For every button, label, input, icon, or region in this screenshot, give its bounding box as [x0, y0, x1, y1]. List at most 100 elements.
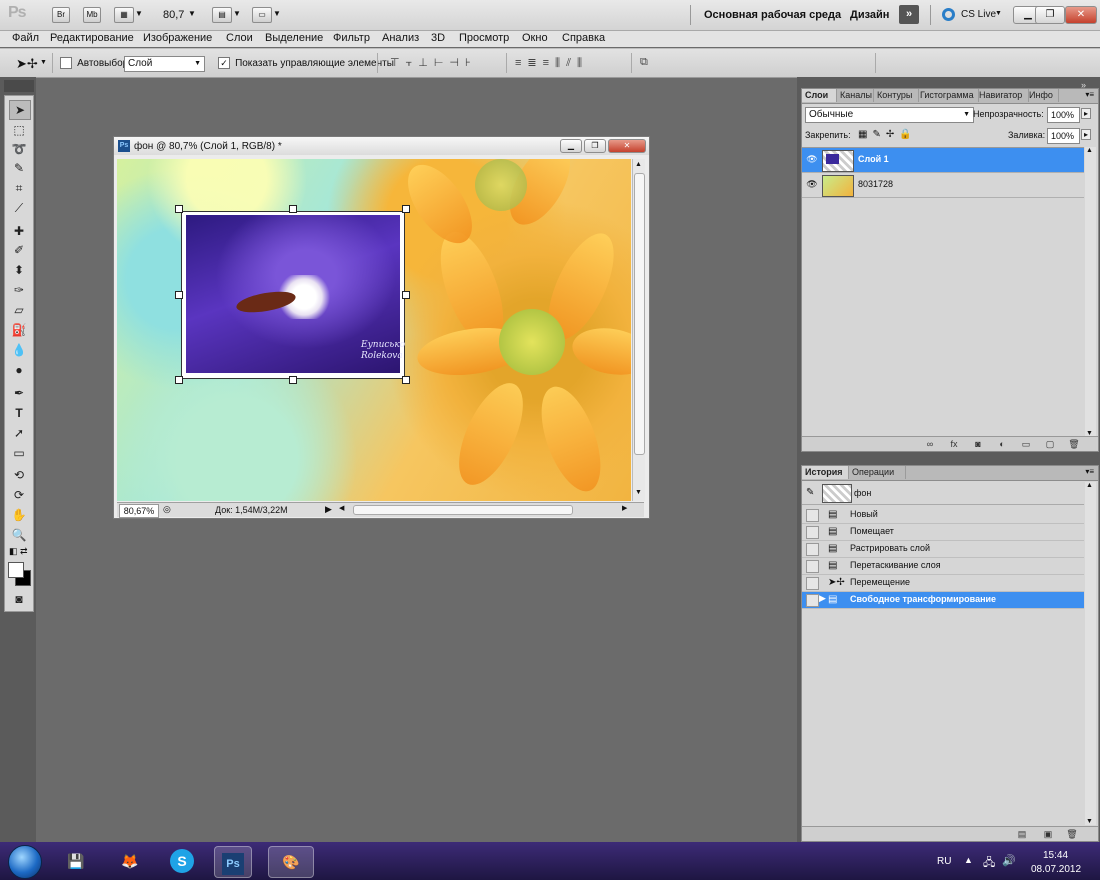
- crop-tool-icon[interactable]: ⌗: [9, 179, 29, 197]
- horizontal-scroll-thumb[interactable]: [353, 505, 573, 515]
- menu-help[interactable]: Справка: [562, 32, 605, 44]
- transform-handle-bottom-right[interactable]: [402, 376, 410, 384]
- transform-handle-top[interactable]: [289, 205, 297, 213]
- layer-mask-icon[interactable]: ◙: [972, 439, 984, 449]
- hand-tool-icon[interactable]: ✋: [9, 506, 29, 524]
- history-brush-checkbox[interactable]: [806, 526, 819, 539]
- chevron-down-icon[interactable]: ▼: [233, 9, 241, 18]
- opacity-slider-arrow-icon[interactable]: ▸: [1081, 108, 1092, 119]
- menu-view[interactable]: Просмотр: [459, 32, 509, 44]
- menu-layers[interactable]: Слои: [226, 32, 253, 44]
- history-brush-checkbox[interactable]: [806, 543, 819, 556]
- doc-minimize-button[interactable]: ▁: [560, 139, 582, 153]
- chevron-down-icon[interactable]: ▼: [995, 10, 1002, 17]
- history-item[interactable]: ➤✢ Перемещение: [802, 575, 1084, 592]
- link-layers-icon[interactable]: ∞: [924, 439, 936, 449]
- menu-analysis[interactable]: Анализ: [382, 32, 419, 44]
- doc-close-button[interactable]: ✕: [608, 139, 646, 153]
- trash-icon[interactable]: 🗑: [1068, 439, 1080, 449]
- canvas[interactable]: Eуписько Rolekova: [117, 159, 631, 501]
- 3d-rotate-icon[interactable]: ⟲: [9, 466, 29, 484]
- history-item[interactable]: ▤ Помещает: [802, 524, 1084, 541]
- default-colors-icon[interactable]: ◧ ⇄: [9, 546, 28, 557]
- screen-mode-button[interactable]: ▭: [252, 7, 272, 23]
- minibridge-button[interactable]: Mb: [83, 7, 101, 23]
- language-indicator[interactable]: RU: [937, 856, 951, 867]
- lasso-tool-icon[interactable]: ➰: [9, 140, 29, 158]
- brush-tool-icon[interactable]: ✐: [9, 241, 29, 259]
- status-preview-icon[interactable]: ◎: [163, 504, 171, 515]
- document-title-bar[interactable]: Ps фон @ 80,7% (Слой 1, RGB/8) * ▁ ❐ ✕: [114, 137, 649, 155]
- eye-icon[interactable]: 👁: [806, 154, 818, 164]
- clock-date[interactable]: 08.07.2012: [1031, 864, 1081, 875]
- marquee-tool-icon[interactable]: ⬚: [9, 121, 29, 139]
- autoselect-checkbox[interactable]: [60, 57, 72, 70]
- firefox-icon[interactable]: 🦊: [112, 846, 148, 876]
- type-tool-icon[interactable]: T: [9, 404, 29, 422]
- history-brush-checkbox[interactable]: [806, 560, 819, 573]
- scroll-up-arrow-icon[interactable]: ▲: [1086, 147, 1093, 154]
- chevron-down-icon[interactable]: ▼: [188, 9, 196, 18]
- pen-tool-icon[interactable]: ✒: [9, 384, 29, 402]
- chevron-down-icon[interactable]: ▼: [135, 9, 143, 18]
- scroll-thumb[interactable]: [634, 173, 645, 455]
- scroll-left-arrow-icon[interactable]: ◀: [339, 504, 344, 512]
- path-select-icon[interactable]: ➚: [9, 424, 29, 442]
- history-brush-icon[interactable]: ✑: [9, 281, 29, 299]
- volume-icon[interactable]: 🔊: [1002, 854, 1016, 867]
- panel-menu-icon[interactable]: ▾≡: [1085, 90, 1094, 99]
- floppy-app-icon[interactable]: 💾: [58, 846, 94, 876]
- start-button[interactable]: [8, 845, 42, 879]
- photoshop-taskbar-button[interactable]: Ps: [214, 846, 252, 878]
- move-tool-preset-icon[interactable]: ➤✢: [16, 56, 38, 72]
- history-item[interactable]: ▤ Новый: [802, 507, 1084, 524]
- quick-select-tool-icon[interactable]: ✎: [9, 159, 29, 177]
- opacity-field[interactable]: 100%: [1047, 107, 1080, 123]
- foreground-color-swatch[interactable]: [8, 562, 24, 578]
- cslive-button[interactable]: CS Live: [961, 9, 996, 20]
- history-scrollbar[interactable]: ▲ ▼: [1085, 482, 1096, 825]
- bridge-button[interactable]: Br: [52, 7, 70, 23]
- skype-icon[interactable]: S: [164, 846, 200, 876]
- tab-channels[interactable]: Каналы: [837, 89, 874, 102]
- vertical-scrollbar[interactable]: ▲ ▼: [632, 159, 645, 501]
- show-hidden-icons-icon[interactable]: ▲: [964, 855, 973, 865]
- new-group-icon[interactable]: ▭: [1020, 439, 1032, 449]
- transform-handle-bottom-left[interactable]: [175, 376, 183, 384]
- history-brush-checkbox[interactable]: [806, 509, 819, 522]
- scroll-up-arrow-icon[interactable]: ▲: [1086, 482, 1093, 489]
- eraser-tool-icon[interactable]: ▱: [9, 301, 29, 319]
- tab-histogram[interactable]: Гистограмма: [917, 89, 979, 102]
- layers-scrollbar[interactable]: ▲ ▼: [1085, 147, 1096, 437]
- healing-brush-icon[interactable]: ✚: [9, 222, 29, 240]
- tab-navigator[interactable]: Навигатор: [976, 89, 1029, 102]
- history-brush-checkbox[interactable]: [806, 594, 819, 607]
- scroll-right-arrow-icon[interactable]: ▶: [622, 504, 627, 512]
- view-extras-button[interactable]: ▦: [114, 7, 134, 23]
- zoom-field[interactable]: 80,67%: [119, 504, 159, 518]
- new-document-from-state-icon[interactable]: ▤: [1016, 829, 1028, 839]
- distribute-icons[interactable]: ≡≣≡⫼⫽⫼: [515, 56, 588, 70]
- menu-filter[interactable]: Фильтр: [333, 32, 370, 44]
- transform-handle-right[interactable]: [402, 291, 410, 299]
- history-item-selected[interactable]: ▶ ▤ Свободное трансформирование: [802, 592, 1084, 609]
- cslive-icon[interactable]: [942, 8, 955, 21]
- new-snapshot-icon[interactable]: ▣: [1042, 829, 1054, 839]
- fill-slider-arrow-icon[interactable]: ▸: [1081, 129, 1092, 140]
- network-icon[interactable]: 🖧: [983, 854, 995, 873]
- chevron-down-icon[interactable]: ▼: [273, 9, 281, 18]
- menu-edit[interactable]: Редактирование: [50, 32, 134, 44]
- panel-menu-icon[interactable]: ▾≡: [1085, 467, 1094, 476]
- lock-icons[interactable]: ▦✎✢🔒: [858, 129, 917, 140]
- auto-align-icon[interactable]: ⧉: [640, 56, 648, 69]
- menu-select[interactable]: Выделение: [265, 32, 323, 44]
- transform-handle-top-right[interactable]: [402, 205, 410, 213]
- new-layer-icon[interactable]: ▢: [1044, 439, 1056, 449]
- tab-paths[interactable]: Контуры: [874, 89, 919, 102]
- tab-layers[interactable]: Слои: [802, 89, 837, 102]
- move-tool-icon[interactable]: ➤: [9, 100, 31, 120]
- layer-row-8031728[interactable]: 👁 8031728: [802, 173, 1084, 198]
- transform-handle-bottom[interactable]: [289, 376, 297, 384]
- autoselect-dropdown[interactable]: Слой ▼: [124, 56, 205, 72]
- history-item[interactable]: ▤ Перетаскивание слоя: [802, 558, 1084, 575]
